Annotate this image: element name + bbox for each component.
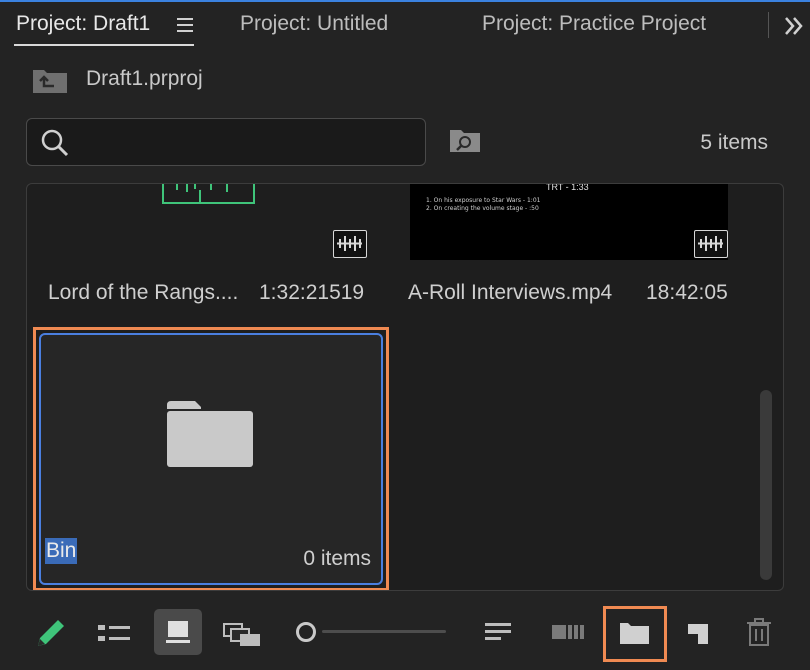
- clip-duration-aroll: 18:42:05: [646, 281, 728, 304]
- tab-project-draft1[interactable]: Project: Draft1: [16, 12, 150, 36]
- folder-icon: [167, 401, 253, 467]
- list-view-icon[interactable]: [96, 612, 132, 652]
- tab-project-practice[interactable]: Project: Practice Project: [482, 12, 706, 36]
- find-icon[interactable]: [449, 128, 483, 156]
- bin-highlight-frame: Bin 0 items: [33, 327, 389, 590]
- pencil-icon[interactable]: [32, 612, 68, 652]
- bottom-toolbar: [0, 600, 810, 670]
- parent-folder-icon[interactable]: [32, 66, 68, 94]
- audio-waveform-icon: [694, 230, 728, 258]
- thumb-line-2: 2. On creating the volume stage - :50: [426, 205, 539, 212]
- audio-waveform-icon: [333, 230, 367, 258]
- vertical-scrollbar[interactable]: [760, 390, 772, 580]
- sort-icon[interactable]: [482, 612, 514, 652]
- bin-name-label[interactable]: Bin: [45, 538, 78, 564]
- search-icon: [39, 127, 71, 159]
- new-item-icon[interactable]: [682, 612, 712, 652]
- thumb-line-1: 1. On his exposure to Star Wars - 1:01: [426, 197, 541, 204]
- automate-sequence-icon[interactable]: [550, 612, 586, 652]
- tab-bar: Project: Draft1 Project: Untitled Projec…: [0, 2, 810, 48]
- thumb-trt-text: TRT - 1:33: [546, 183, 589, 192]
- active-tab-underline: [14, 44, 194, 46]
- project-items-panel: Lord of the Rangs.... 1:32:21519 TRT - 1…: [26, 183, 784, 591]
- tab-overflow-icon[interactable]: [770, 10, 810, 42]
- zoom-slider-track[interactable]: [322, 630, 446, 633]
- freeform-view-icon[interactable]: [222, 612, 262, 652]
- icon-view-icon[interactable]: [154, 609, 202, 655]
- bin-item[interactable]: Bin 0 items: [39, 333, 383, 585]
- item-count: 5 items: [700, 131, 768, 154]
- project-path-label: Draft1.prproj: [86, 67, 203, 90]
- clip-name-lord: Lord of the Rangs....: [48, 281, 239, 304]
- clip-thumbnail-lord[interactable]: [35, 184, 387, 260]
- trash-icon[interactable]: [746, 612, 772, 652]
- tab-overflow-divider: [768, 12, 769, 38]
- new-bin-icon[interactable]: [603, 606, 667, 662]
- clip-name-aroll: A-Roll Interviews.mp4: [408, 281, 613, 304]
- zoom-slider-knob[interactable]: [296, 622, 316, 642]
- tab-project-untitled[interactable]: Project: Untitled: [240, 12, 388, 36]
- clip-thumbnail-aroll[interactable]: TRT - 1:33 1. On his exposure to Star Wa…: [410, 184, 728, 260]
- panel-menu-icon[interactable]: [177, 18, 193, 32]
- search-input[interactable]: [26, 118, 426, 166]
- clip-duration-lord: 1:32:21519: [259, 281, 365, 304]
- bin-item-count: 0 items: [303, 547, 371, 570]
